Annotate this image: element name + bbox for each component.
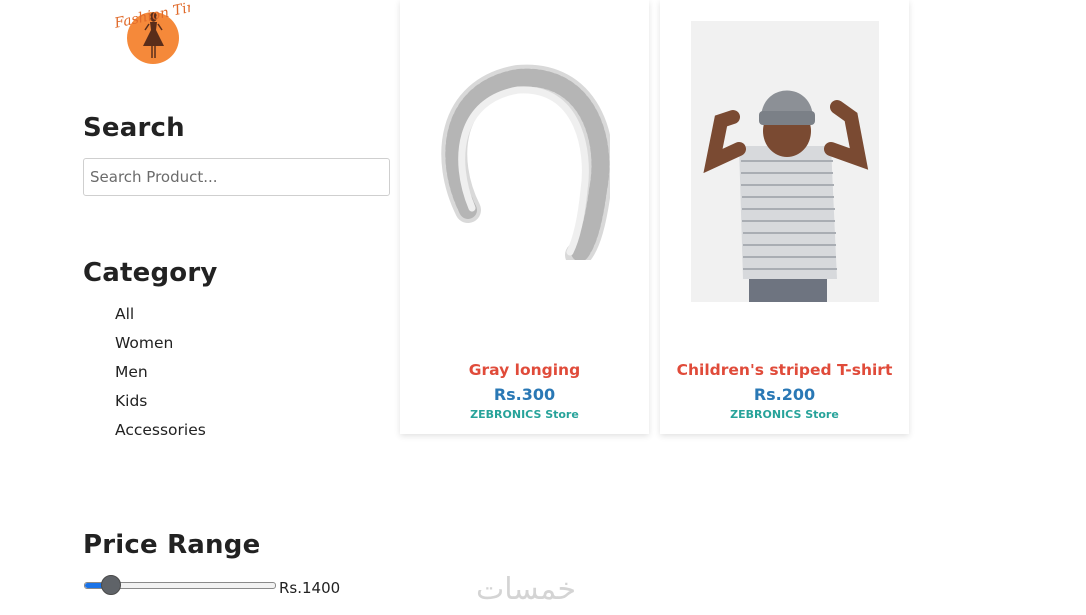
product-card[interactable]: Gray longing Rs.300 ZEBRONICS Store (400, 0, 649, 434)
category-item-accessories[interactable]: Accessories (115, 420, 206, 449)
category-item-kids[interactable]: Kids (115, 391, 206, 420)
product-price: Rs.300 (493, 385, 556, 404)
category-item-all[interactable]: All (115, 304, 206, 333)
product-store: ZEBRONICS Store (470, 408, 579, 421)
product-card[interactable]: Children's striped T-shirt Rs.200 ZEBRON… (660, 0, 909, 434)
headband-image[interactable] (438, 60, 610, 260)
child-photo-image[interactable] (691, 21, 879, 302)
brand-logo[interactable]: Fashion Time (112, 0, 209, 66)
category-item-men[interactable]: Men (115, 362, 206, 391)
product-price: Rs.200 (753, 385, 816, 404)
category-heading: Category (83, 258, 218, 288)
product-title[interactable]: Children's striped T-shirt (660, 361, 909, 379)
price-range-value: Rs.1400 (279, 579, 341, 597)
search-heading: Search (83, 113, 185, 143)
price-range-slider[interactable]: Rs.1400 (83, 574, 363, 597)
category-item-women[interactable]: Women (115, 333, 206, 362)
product-store: ZEBRONICS Store (730, 408, 839, 421)
search-input[interactable] (83, 158, 390, 196)
category-list: All Women Men Kids Accessories (115, 304, 206, 449)
price-range-heading: Price Range (83, 530, 261, 560)
product-title[interactable]: Gray longing (400, 361, 649, 379)
price-range-thumb[interactable] (100, 575, 121, 595)
watermark: خمسات (476, 572, 577, 607)
